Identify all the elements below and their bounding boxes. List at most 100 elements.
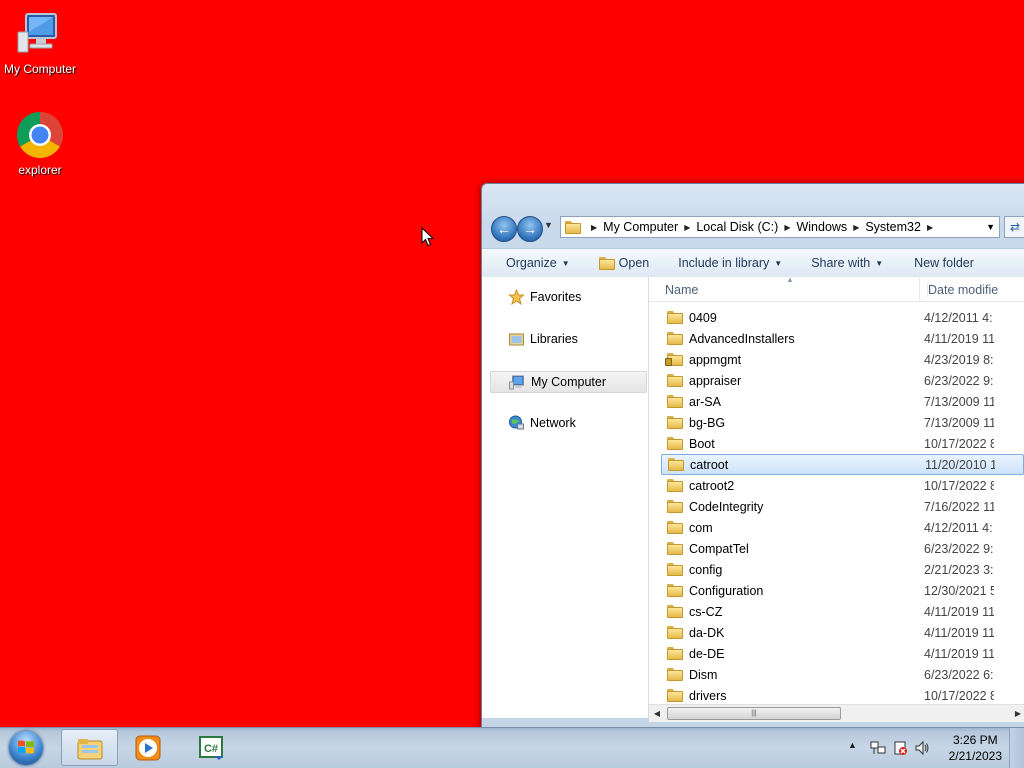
file-row[interactable]: bg-BG 7/13/2009 11 [661, 412, 1024, 433]
file-date: 10/17/2022 8 [924, 478, 994, 493]
file-row[interactable]: Dism 6/23/2022 6: [661, 664, 1024, 685]
horizontal-scroll-thumb[interactable]: ||| [667, 707, 841, 720]
folder-icon [667, 374, 683, 387]
navigation-bar: ← → ▼ ▶ My Computer ▶ Local Disk (C:) ▶ … [488, 214, 1024, 242]
column-header-date-modified[interactable]: Date modifie [927, 283, 998, 297]
breadcrumb-my-computer[interactable]: My Computer [603, 220, 678, 234]
file-row[interactable]: CodeIntegrity 7/16/2022 11 [661, 496, 1024, 517]
organize-button[interactable]: Organize ▼ [482, 256, 581, 270]
file-name: Boot [689, 436, 715, 451]
file-row[interactable]: ar-SA 7/13/2009 11 [661, 391, 1024, 412]
folder-icon [667, 521, 683, 534]
chevron-right-icon[interactable]: ▶ [684, 223, 690, 232]
locked-folder-icon [665, 353, 683, 366]
taskbar-csharp-button[interactable]: C# [183, 729, 240, 766]
file-row[interactable]: catroot2 10/17/2022 8 [661, 475, 1024, 496]
nav-item-my-computer[interactable]: My Computer [490, 371, 647, 393]
show-hidden-icons-icon[interactable]: ▲ [848, 740, 857, 750]
breadcrumb-system32[interactable]: System32 [865, 220, 921, 234]
refresh-button[interactable]: ⇄ [1004, 216, 1024, 238]
new-folder-button[interactable]: New folder [894, 256, 985, 270]
recent-pages-dropdown[interactable]: ▼ [544, 220, 553, 230]
action-center-icon[interactable] [892, 740, 908, 756]
file-date: 4/23/2019 8: [924, 352, 994, 367]
breadcrumb-windows[interactable]: Windows [796, 220, 847, 234]
desktop-icon-my-computer[interactable]: My Computer [0, 10, 80, 76]
folder-icon [667, 437, 683, 450]
folder-icon [667, 542, 683, 555]
file-row[interactable]: cs-CZ 4/11/2019 11 [661, 601, 1024, 622]
file-row[interactable]: appmgmt 4/23/2019 8: [661, 349, 1024, 370]
chevron-down-icon: ▼ [561, 258, 570, 268]
file-date: 2/21/2023 3: [924, 562, 994, 577]
chevron-right-icon[interactable]: ▶ [591, 223, 597, 232]
volume-icon[interactable] [914, 740, 930, 756]
file-row[interactable]: AdvancedInstallers 4/11/2019 11 [661, 328, 1024, 349]
address-dropdown-icon[interactable]: ▼ [986, 222, 995, 232]
nav-network-label: Network [530, 416, 576, 430]
clock[interactable]: 3:26 PM 2/21/2023 [949, 732, 1002, 764]
include-in-library-button[interactable]: Include in library ▼ [660, 256, 793, 270]
file-date: 6/23/2022 9: [924, 373, 994, 388]
folder-icon [667, 500, 683, 513]
file-row[interactable]: de-DE 4/11/2019 11 [661, 643, 1024, 664]
folder-icon [667, 395, 683, 408]
scroll-right-icon[interactable]: ▶ [1010, 705, 1024, 722]
show-desktop-button[interactable] [1009, 728, 1024, 768]
open-label: Open [618, 256, 650, 270]
sort-ascending-icon: ▲ [786, 277, 794, 284]
file-name: da-DK [689, 625, 725, 640]
file-name: Configuration [689, 583, 764, 598]
nav-item-libraries[interactable]: Libraries [490, 329, 578, 349]
file-name: catroot2 [689, 478, 735, 493]
back-button[interactable]: ← [491, 216, 517, 242]
folder-icon [667, 332, 683, 345]
file-row-selected[interactable]: catroot 11/20/2010 1 [661, 454, 1024, 475]
nav-favorites-label: Favorites [530, 290, 582, 304]
arrow-right-icon: → [523, 221, 537, 237]
folder-icon [667, 689, 683, 702]
taskbar-media-player-button[interactable] [120, 729, 177, 766]
file-row[interactable]: appraiser 6/23/2022 9: [661, 370, 1024, 391]
nav-item-network[interactable]: Network [490, 413, 576, 433]
explorer-window[interactable]: ← → ▼ ▶ My Computer ▶ Local Disk (C:) ▶ … [481, 183, 1024, 735]
forward-button[interactable]: → [517, 216, 543, 242]
folder-icon [667, 647, 683, 660]
nav-libraries-label: Libraries [530, 332, 578, 346]
network-status-icon[interactable] [870, 740, 886, 756]
start-button[interactable] [6, 729, 46, 767]
column-header-name[interactable]: Name [665, 283, 698, 297]
open-button[interactable]: Open [581, 256, 661, 270]
share-with-button[interactable]: Share with ▼ [793, 256, 894, 270]
breadcrumb-local-disk[interactable]: Local Disk (C:) [696, 220, 778, 234]
horizontal-scrollbar[interactable]: ◀ ||| ▶ [649, 704, 1024, 722]
csharp-icon: C# [199, 736, 223, 760]
file-name: AdvancedInstallers [689, 331, 795, 346]
file-name: Dism [689, 667, 718, 682]
scroll-left-icon[interactable]: ◀ [649, 705, 665, 722]
file-row[interactable]: CompatTel 6/23/2022 9: [661, 538, 1024, 559]
column-divider[interactable] [919, 277, 920, 301]
file-name: com [689, 520, 713, 535]
file-date: 4/12/2011 4: [924, 520, 993, 535]
file-row[interactable]: config 2/21/2023 3: [661, 559, 1024, 580]
file-row[interactable]: drivers 10/17/2022 8 [661, 685, 1024, 706]
chevron-right-icon[interactable]: ▶ [784, 223, 790, 232]
file-name: 0409 [689, 310, 717, 325]
taskbar-explorer-button[interactable] [61, 729, 118, 766]
address-bar[interactable]: ▶ My Computer ▶ Local Disk (C:) ▶ Window… [560, 216, 1000, 238]
file-row[interactable]: 0409 4/12/2011 4: [661, 307, 1024, 328]
nav-item-favorites[interactable]: Favorites [490, 287, 581, 307]
chevron-right-icon[interactable]: ▶ [927, 223, 933, 232]
folder-icon [667, 626, 683, 639]
desktop-icon-explorer[interactable]: explorer [0, 111, 80, 177]
libraries-icon [509, 333, 524, 346]
file-row[interactable]: com 4/12/2011 4: [661, 517, 1024, 538]
file-row[interactable]: Boot 10/17/2022 8 [661, 433, 1024, 454]
desktop-icon-label: My Computer [3, 62, 77, 76]
file-list: 0409 4/12/2011 4: AdvancedInstallers 4/11/… [661, 307, 1024, 706]
chevron-right-icon[interactable]: ▶ [853, 223, 859, 232]
file-name: cs-CZ [689, 604, 723, 619]
file-row[interactable]: da-DK 4/11/2019 11 [661, 622, 1024, 643]
file-row[interactable]: Configuration 12/30/2021 5 [661, 580, 1024, 601]
